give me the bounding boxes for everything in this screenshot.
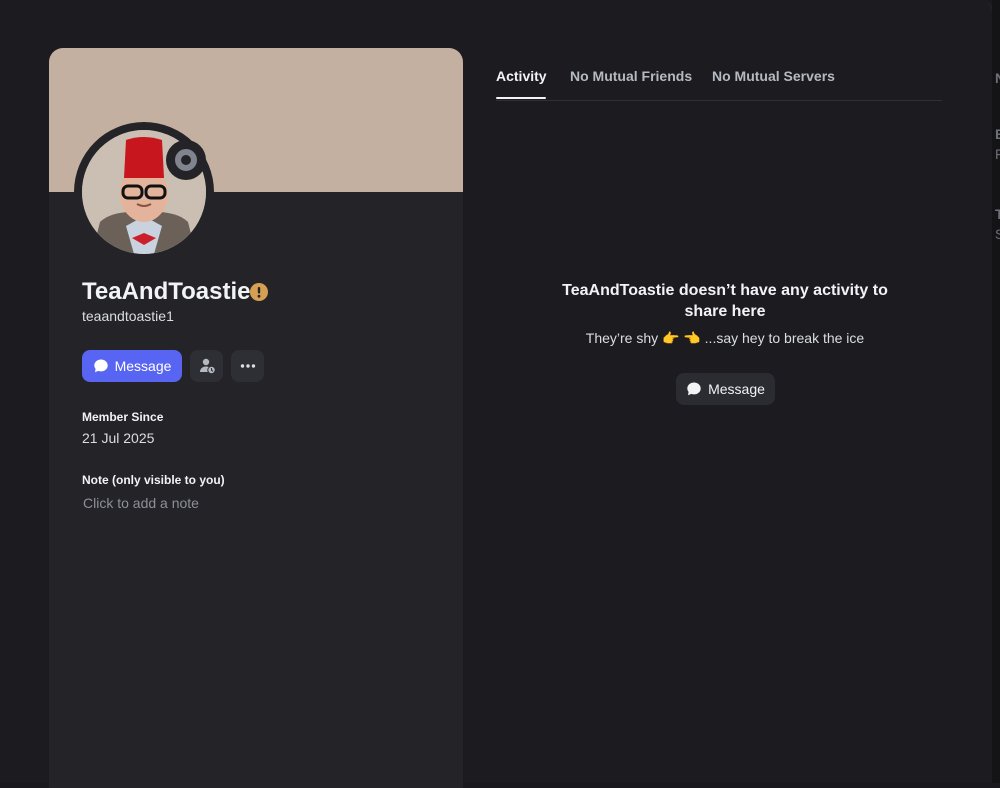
add-friend-pending-icon: [199, 358, 215, 374]
profile-tabs: Activity No Mutual Friends No Mutual Ser…: [496, 66, 942, 101]
active-tab-indicator: [496, 97, 546, 99]
tab-activity[interactable]: Activity: [496, 68, 547, 84]
display-name: TeaAndToastie: [82, 278, 251, 305]
chat-bubble-icon: [687, 382, 701, 396]
activity-message-button[interactable]: Message: [676, 373, 775, 405]
peek-letter: E: [995, 126, 1000, 142]
more-horizontal-icon: [240, 364, 255, 368]
more-options-button[interactable]: [231, 350, 264, 382]
tab-mutual-servers[interactable]: No Mutual Servers: [712, 68, 835, 84]
empty-activity-subtitle: They’re shy 👉 👈 ...say hey to break the …: [585, 330, 865, 346]
friend-request-button[interactable]: [190, 350, 223, 382]
chat-bubble-icon: [93, 359, 108, 373]
activity-message-label: Message: [708, 381, 765, 397]
profile-modal: TeaAndToastie teaandtoastie1 Message Mem…: [0, 0, 993, 788]
empty-activity-title: TeaAndToastie doesn’t have any activity …: [562, 282, 888, 320]
username: teaandtoastie1: [82, 308, 174, 324]
background-channel-peek: N E F T S: [992, 0, 1000, 783]
status-offline-indicator: [166, 140, 206, 180]
member-since-value: 21 Jul 2025: [82, 430, 155, 446]
warning-icon[interactable]: [250, 283, 268, 301]
tab-mutual-friends[interactable]: No Mutual Friends: [570, 68, 692, 84]
message-button[interactable]: Message: [82, 350, 182, 382]
message-button-label: Message: [114, 358, 172, 374]
member-since-label: Member Since: [82, 410, 164, 424]
note-label: Note (only visible to you): [82, 473, 225, 487]
peek-letter: T: [995, 206, 1000, 222]
peek-letter: F: [995, 146, 1000, 162]
peek-letter: S: [995, 226, 1000, 242]
note-input[interactable]: Click to add a note: [83, 495, 199, 511]
peek-letter: N: [995, 70, 1000, 86]
profile-panel: TeaAndToastie teaandtoastie1 Message Mem…: [49, 48, 463, 788]
